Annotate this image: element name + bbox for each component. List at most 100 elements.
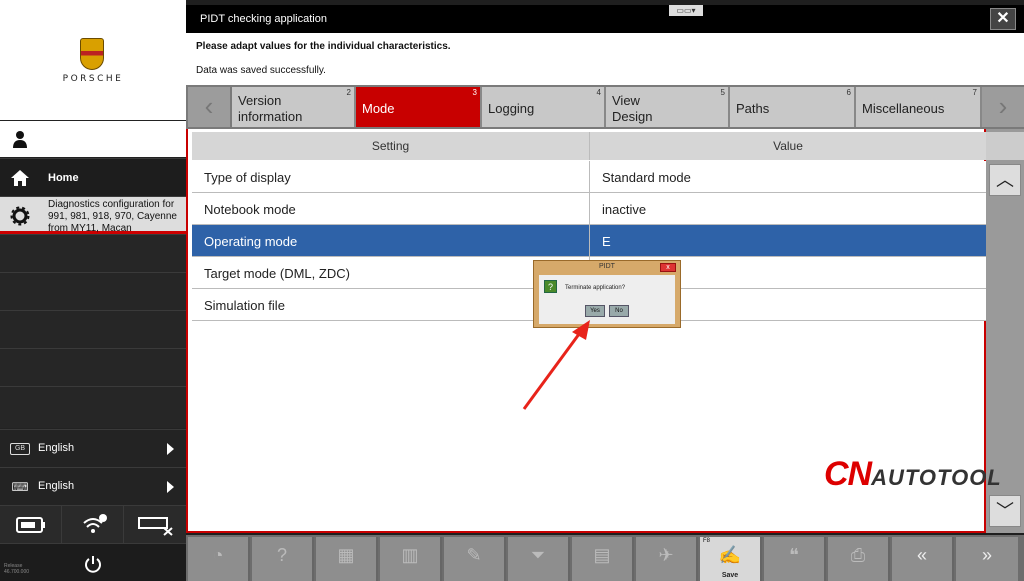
- sidebar-item-diagnostics[interactable]: Diagnostics configuration for 991, 981, …: [0, 196, 186, 234]
- table-row[interactable]: Type of display Standard mode: [192, 161, 986, 193]
- language-selector[interactable]: GB English: [0, 429, 186, 467]
- sidebar-item-label: Home: [48, 172, 79, 184]
- tab-label: View Design: [612, 93, 653, 124]
- toolbar-button[interactable]: ❝: [764, 537, 826, 581]
- sidebar: PORSCHE Home Diagnostics configuration f…: [0, 0, 186, 581]
- close-button[interactable]: ✕: [990, 8, 1016, 30]
- app-root: PORSCHE Home Diagnostics configuration f…: [0, 0, 1024, 581]
- window-controls[interactable]: ▭▭▾: [669, 5, 703, 16]
- window-titlebar: PIDT checking application ▭▭▾ ✕: [186, 5, 1024, 33]
- setting-name: Simulation file: [204, 298, 285, 313]
- home-icon: [11, 170, 29, 186]
- setting-name: Notebook mode: [204, 202, 296, 217]
- setting-value: Standard mode: [602, 170, 691, 185]
- question-icon: ?: [544, 280, 557, 293]
- tab-number: 2: [346, 88, 351, 97]
- tab-label: Mode: [362, 101, 395, 116]
- language-label: English: [38, 442, 75, 454]
- tab-scroll-right-button[interactable]: ›: [982, 87, 1024, 127]
- tab-mode[interactable]: Mode 3: [356, 87, 482, 127]
- setting-name: Target mode (DML, ZDC): [204, 266, 350, 281]
- watermark-prefix: CN: [824, 455, 872, 493]
- keyboard-icon: ⌨: [11, 480, 29, 494]
- search-icon: ◔: [212, 545, 224, 565]
- no-button[interactable]: No: [609, 305, 629, 317]
- sidebar-item-home[interactable]: Home: [0, 158, 186, 196]
- sidebar-empty-slot: [0, 348, 186, 386]
- chevron-right-icon: [167, 481, 174, 493]
- chat-icon: ❝: [789, 545, 799, 565]
- tab-number: 6: [846, 88, 851, 97]
- scroll-down-button[interactable]: ﹀: [989, 495, 1021, 527]
- status-message: Data was saved successfully.: [196, 65, 326, 76]
- dialog-title: PIDT: [599, 263, 615, 270]
- tab-number: 5: [720, 88, 725, 97]
- column-header-setting: Setting: [192, 132, 590, 160]
- table-row-selected[interactable]: Operating mode E: [192, 225, 986, 257]
- forward-button[interactable]: »: [956, 537, 1018, 581]
- toolbar-button[interactable]: ✎: [444, 537, 506, 581]
- window-title: PIDT checking application: [200, 13, 327, 25]
- sidebar-empty-slot: [0, 272, 186, 310]
- back-button[interactable]: «: [892, 537, 954, 581]
- scroll-up-button[interactable]: ︿: [989, 164, 1021, 196]
- power-icon[interactable]: [84, 555, 102, 573]
- column-header-value: Value: [773, 139, 803, 153]
- toolbar-button[interactable]: ✈: [636, 537, 698, 581]
- setting-name: Type of display: [204, 170, 291, 185]
- dialog-message: Terminate application?: [565, 285, 626, 291]
- dialog-body: ? Terminate application? Yes No: [539, 275, 675, 324]
- chart-icon: ▥: [401, 545, 419, 565]
- chevron-right-icon: [167, 443, 174, 455]
- wifi-icon: [83, 514, 107, 533]
- tab-version-information[interactable]: Version information 2: [232, 87, 356, 127]
- tools-icon: ✈: [658, 545, 674, 565]
- print-button[interactable]: ⎙: [828, 537, 890, 581]
- tab-bar: ‹ Version information 2 Mode 3 Logging 4…: [186, 85, 1024, 129]
- tab-scroll-left-button[interactable]: ‹: [188, 87, 230, 127]
- toolbar-button[interactable]: ▦: [316, 537, 378, 581]
- vci-disconnected-icon: [138, 517, 173, 536]
- sidebar-empty-slot: [0, 310, 186, 348]
- toolbar-button[interactable]: ▤: [572, 537, 634, 581]
- brand-name: PORSCHE: [62, 74, 124, 84]
- tab-miscellaneous[interactable]: Miscellaneous 7: [856, 87, 982, 127]
- keyboard-language-selector[interactable]: ⌨ English: [0, 467, 186, 505]
- setting-name: Operating mode: [204, 234, 298, 249]
- toolbar-button[interactable]: ▥: [380, 537, 442, 581]
- toolbar-button[interactable]: ⏷: [508, 537, 570, 581]
- logo-area: PORSCHE: [0, 0, 186, 120]
- status-bar: [0, 505, 186, 544]
- table-header: Setting Value: [192, 132, 986, 160]
- question-icon: ?: [276, 545, 287, 565]
- sidebar-item-label: Diagnostics configuration for 991, 981, …: [48, 199, 177, 233]
- tab-view-design[interactable]: View Design 5: [606, 87, 730, 127]
- setting-value: inactive: [602, 202, 647, 217]
- dialog-close-button[interactable]: x: [660, 263, 676, 272]
- porsche-crest-logo: [80, 38, 104, 70]
- comment-icon: ▤: [593, 545, 611, 565]
- tab-logging[interactable]: Logging 4: [482, 87, 606, 127]
- sidebar-empty-slot: [0, 386, 186, 428]
- tab-number: 7: [972, 88, 977, 97]
- toolbar-button[interactable]: ◔: [188, 537, 250, 581]
- battery-status[interactable]: [0, 506, 62, 544]
- tab-number: 4: [596, 88, 601, 97]
- tab-paths[interactable]: Paths 6: [730, 87, 856, 127]
- yes-button[interactable]: Yes: [585, 305, 605, 317]
- user-icon: [13, 131, 27, 148]
- watermark-logo: CNAUTOTOOL: [824, 455, 1002, 494]
- save-button[interactable]: F8 ✍ Save: [700, 537, 762, 581]
- gear-icon: [10, 206, 30, 226]
- display-icon: ▦: [337, 545, 355, 565]
- edit-icon: ✎: [466, 545, 482, 565]
- vci-status[interactable]: [124, 506, 186, 544]
- wifi-status[interactable]: [62, 506, 124, 544]
- table-row[interactable]: Notebook mode inactive: [192, 193, 986, 225]
- tab-label: Miscellaneous: [862, 101, 945, 116]
- user-area[interactable]: [0, 121, 186, 157]
- power-area: Release 46.700.000: [0, 543, 186, 581]
- tab-number: 3: [472, 88, 477, 97]
- help-button[interactable]: ?: [252, 537, 314, 581]
- double-chevron-right-icon: »: [981, 545, 992, 565]
